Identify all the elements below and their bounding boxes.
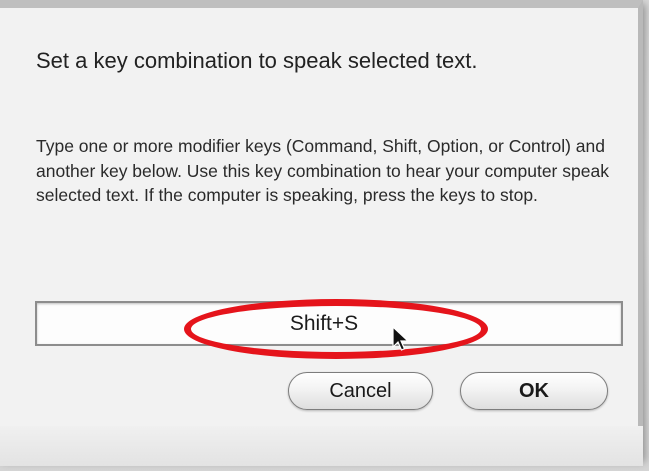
dialog-description: Type one or more modifier keys (Command,…: [36, 136, 609, 205]
cancel-button[interactable]: Cancel: [288, 372, 433, 410]
key-combination-field[interactable]: Shift+S: [35, 301, 623, 346]
dialog-bottom-edge: [0, 426, 643, 466]
dialog-heading: Set a key combination to speak selected …: [36, 48, 478, 73]
ok-button[interactable]: OK: [460, 372, 608, 410]
